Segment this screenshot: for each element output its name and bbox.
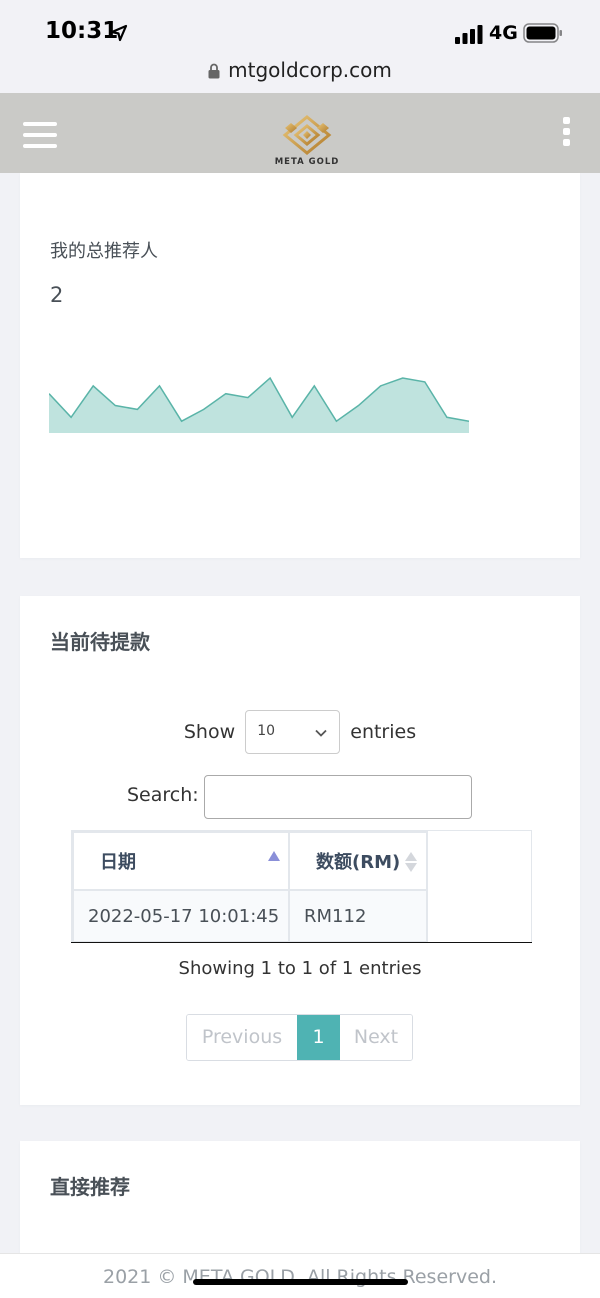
page-size-select[interactable]: 10 [245,710,341,754]
more-options-icon[interactable] [560,117,572,147]
column-header-date[interactable]: 日期 [72,831,290,891]
show-label: Show [183,721,236,743]
table-info: Showing 1 to 1 of 1 entries [178,958,422,979]
page-1-button[interactable]: 1 [297,1015,340,1060]
search-label: Search: [127,784,199,806]
search-control: Search: [20,774,580,820]
direct-referral-card: 直接推荐 [20,1141,580,1261]
menu-icon[interactable] [23,122,57,148]
withdrawal-table: 日期 数额(RM) 2022-05-17 10:01:45 RM112 [71,830,532,943]
signal-icon [455,25,483,44]
status-time: 10:31 [45,18,119,44]
column-label: 数额(RM) [316,852,401,873]
card-title: 直接推荐 [50,1175,130,1199]
logo-icon [282,115,332,155]
brand-name: META GOLD [274,157,340,167]
pagination: Previous 1 Next [186,1014,413,1061]
sort-ascending-icon [268,851,280,861]
table-bottom-border [71,942,532,943]
address-bar[interactable]: mtgoldcorp.com [0,58,600,82]
battery-icon [523,23,562,43]
column-label: 日期 [100,852,136,873]
pending-withdrawal-card: 当前待提款 Show 10 entries Search: 日期 数额(RM) … [20,596,580,1105]
cell-date: 2022-05-17 10:01:45 [72,889,290,943]
sort-icon [405,852,417,872]
referral-count: 2 [50,283,64,307]
page-size-value: 10 [257,723,276,739]
page-length-control: Show 10 entries [20,710,580,754]
search-input[interactable] [204,775,472,819]
home-indicator [193,1279,408,1285]
previous-page-button[interactable]: Previous [187,1015,297,1060]
sparkline-area [49,378,469,433]
column-header-amount[interactable]: 数额(RM) [288,831,428,891]
chevron-down-icon [315,729,327,737]
next-page-button[interactable]: Next [340,1015,412,1060]
entries-label: entries [350,721,417,743]
cell-amount: RM112 [288,889,428,943]
location-arrow-icon [110,24,128,42]
network-label: 4G [489,22,518,44]
url-text: mtgoldcorp.com [228,58,392,82]
table-row: 2022-05-17 10:01:45 RM112 [72,889,428,943]
footer: 2021 © META GOLD. All Rights Reserved. [0,1253,600,1298]
referral-card: 我的总推荐人 2 [20,173,580,558]
referral-sparkline [49,376,469,433]
card-title: 当前待提款 [50,630,150,654]
lock-icon [208,63,220,79]
brand-logo[interactable]: META GOLD [267,113,347,169]
referral-label: 我的总推荐人 [50,241,158,262]
